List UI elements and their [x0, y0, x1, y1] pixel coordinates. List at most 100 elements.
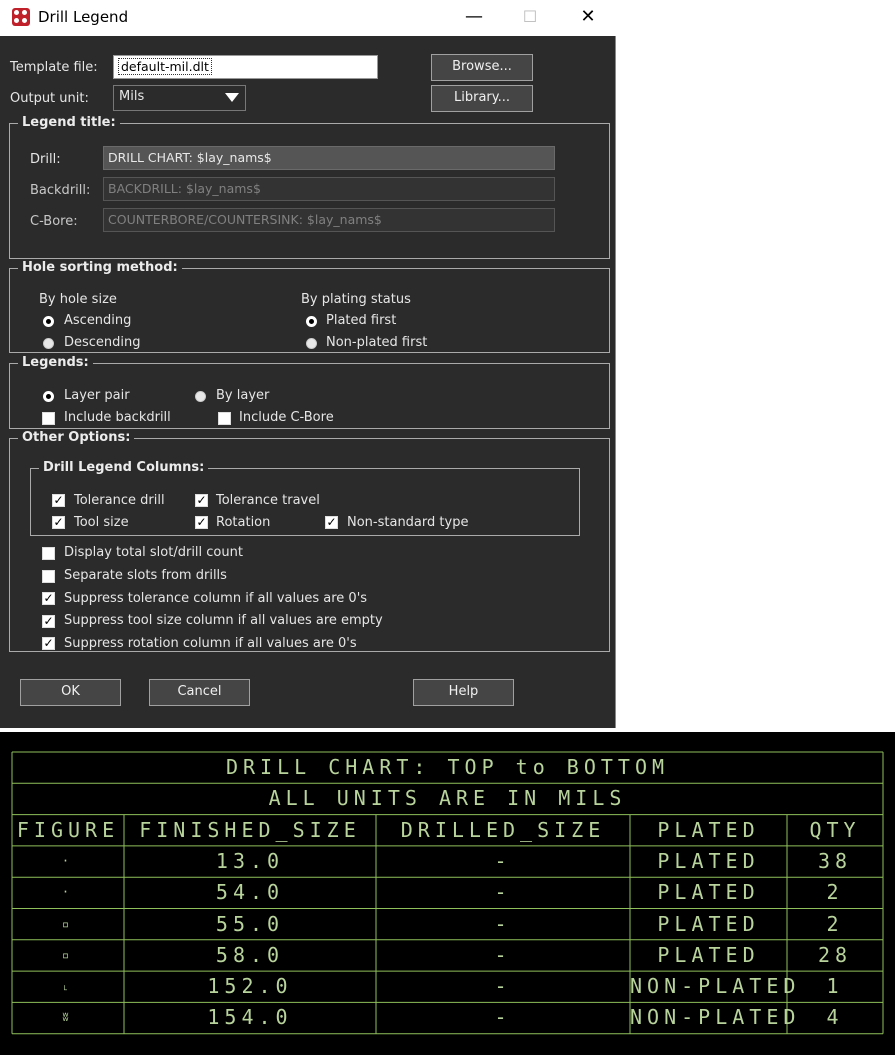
chart-cell-plated: PLATED [657, 911, 760, 936]
layer-pair-label: Layer pair [64, 388, 130, 403]
ok-button[interactable]: OK [20, 679, 121, 706]
include-backdrill-checkbox[interactable] [42, 412, 55, 425]
tolerance-drill-checkbox[interactable]: ✓ [52, 494, 65, 507]
include-backdrill-label: Include backdrill [64, 410, 171, 425]
display-total-label: Display total slot/drill count [64, 545, 243, 560]
chart-cell-drilled-size: - [494, 1005, 512, 1030]
chart-cell-finished-size: 154.0 [207, 1005, 293, 1030]
chart-cell-qty: 2 [826, 911, 844, 936]
tolerance-travel-checkbox[interactable]: ✓ [195, 494, 208, 507]
help-button[interactable]: Help [413, 679, 514, 706]
chart-column-header: PLATED [657, 817, 760, 842]
backdrill-title-label: Backdrill: [30, 183, 91, 198]
drill-chart: DRILL CHART: TOP to BOTTOM ALL UNITS ARE … [0, 732, 895, 1055]
close-icon[interactable]: ✕ [560, 0, 616, 36]
nonplated-first-radio[interactable] [306, 338, 317, 349]
ascending-label: Ascending [64, 313, 132, 328]
legend-title-heading: Legend title: [18, 115, 120, 130]
chart-column-header: FINISHED_SIZE [139, 817, 361, 842]
drill-title-input[interactable]: DRILL CHART: $lay_nams$ [103, 146, 555, 170]
display-total-checkbox[interactable] [42, 547, 55, 560]
chart-title: DRILL CHART: TOP to BOTTOM [225, 755, 670, 779]
by-plating-status-label: By plating status [301, 292, 411, 307]
layer-pair-radio[interactable] [43, 391, 54, 402]
window-title: Drill Legend [38, 8, 129, 26]
backdrill-title-input[interactable]: BACKDRILL: $lay_nams$ [103, 177, 555, 201]
suppress-rotation-label: Suppress rotation column if all values a… [64, 636, 357, 651]
descending-radio[interactable] [43, 338, 54, 349]
suppress-rotation-checkbox[interactable]: ✓ [42, 637, 55, 650]
chart-cell-qty: 38 [817, 848, 853, 873]
chart-cell-figure: · [61, 853, 75, 868]
output-unit-select[interactable]: Mils [113, 85, 246, 111]
app-icon [12, 8, 30, 26]
chart-cell-qty: 4 [826, 1005, 844, 1030]
separate-slots-label: Separate slots from drills [64, 568, 227, 583]
chart-cell-drilled-size: - [494, 880, 512, 905]
tool-size-label: Tool size [74, 515, 129, 530]
chart-cell-figure: ʬ [61, 1010, 75, 1025]
other-options-heading: Other Options: [18, 430, 135, 445]
drill-title-label: Drill: [30, 152, 61, 167]
output-unit-value: Mils [119, 89, 145, 104]
chart-cell-finished-size: 13.0 [215, 848, 285, 873]
hole-sorting-heading: Hole sorting method: [18, 260, 182, 275]
chart-cell-qty: 2 [826, 880, 844, 905]
minimize-icon[interactable]: — [446, 0, 502, 36]
chart-column-header: QTY [809, 817, 861, 842]
drill-legend-columns-heading: Drill Legend Columns: [39, 460, 209, 475]
cbore-title-input[interactable]: COUNTERBORE/COUNTERSINK: $lay_nams$ [103, 208, 555, 232]
template-file-label: Template file: [10, 60, 98, 75]
nonstandard-type-label: Non-standard type [347, 515, 469, 530]
plated-first-radio[interactable] [306, 316, 317, 327]
tool-size-checkbox[interactable]: ✓ [52, 516, 65, 529]
by-layer-label: By layer [216, 388, 270, 403]
drill-legend-dialog: Drill Legend — ☐ ✕ Template file: defaul… [0, 0, 616, 728]
tolerance-travel-label: Tolerance travel [216, 493, 320, 508]
chart-column-header: FIGURE [16, 817, 120, 842]
chart-cell-figure: ▫ [61, 916, 75, 931]
chart-cell-figure: ˪ [63, 979, 73, 994]
include-cbore-checkbox[interactable] [218, 412, 231, 425]
suppress-tolerance-label: Suppress tolerance column if all values … [64, 591, 368, 606]
chevron-down-icon [225, 93, 239, 102]
chart-cell-figure: · [61, 885, 75, 900]
chart-column-header: DRILLED_SIZE [400, 817, 606, 842]
tolerance-drill-label: Tolerance drill [74, 493, 165, 508]
chart-cell-drilled-size: - [494, 974, 512, 999]
chart-cell-finished-size: 54.0 [215, 880, 285, 905]
legends-heading: Legends: [18, 355, 93, 370]
cancel-button[interactable]: Cancel [149, 679, 250, 706]
chart-cell-plated: PLATED [657, 848, 760, 873]
include-cbore-label: Include C-Bore [239, 410, 334, 425]
descending-label: Descending [64, 335, 141, 350]
title-bar[interactable]: Drill Legend — ☐ ✕ [0, 0, 616, 36]
chart-cell-plated: NON-PLATED [630, 974, 801, 999]
rotation-checkbox[interactable]: ✓ [195, 516, 208, 529]
cbore-title-label: C-Bore: [30, 214, 78, 229]
suppress-tolerance-checkbox[interactable]: ✓ [42, 592, 55, 605]
library-button[interactable]: Library... [431, 85, 533, 112]
maximize-icon[interactable]: ☐ [502, 0, 558, 36]
rotation-label: Rotation [216, 515, 271, 530]
chart-subtitle: ALL UNITS ARE IN MILS [268, 786, 627, 811]
template-file-input[interactable]: default-mil.dlt [113, 55, 378, 79]
plated-first-label: Plated first [326, 313, 397, 328]
chart-cell-finished-size: 58.0 [215, 942, 285, 967]
template-file-value: default-mil.dlt [118, 58, 212, 75]
suppress-toolsize-checkbox[interactable]: ✓ [42, 615, 55, 628]
chart-cell-plated: PLATED [657, 942, 760, 967]
chart-cell-plated: NON-PLATED [630, 1005, 801, 1030]
chart-cell-drilled-size: - [494, 942, 512, 967]
separate-slots-checkbox[interactable] [42, 570, 55, 583]
by-layer-radio[interactable] [195, 391, 206, 402]
chart-cell-plated: PLATED [657, 880, 760, 905]
chart-cell-finished-size: 152.0 [207, 974, 293, 999]
chart-cell-figure: ▫ [61, 947, 75, 962]
nonstandard-type-checkbox[interactable]: ✓ [325, 516, 338, 529]
chart-cell-qty: 1 [826, 974, 844, 999]
ascending-radio[interactable] [43, 316, 54, 327]
chart-cell-qty: 28 [817, 942, 853, 967]
suppress-toolsize-label: Suppress tool size column if all values … [64, 613, 383, 628]
browse-button[interactable]: Browse... [431, 54, 533, 81]
